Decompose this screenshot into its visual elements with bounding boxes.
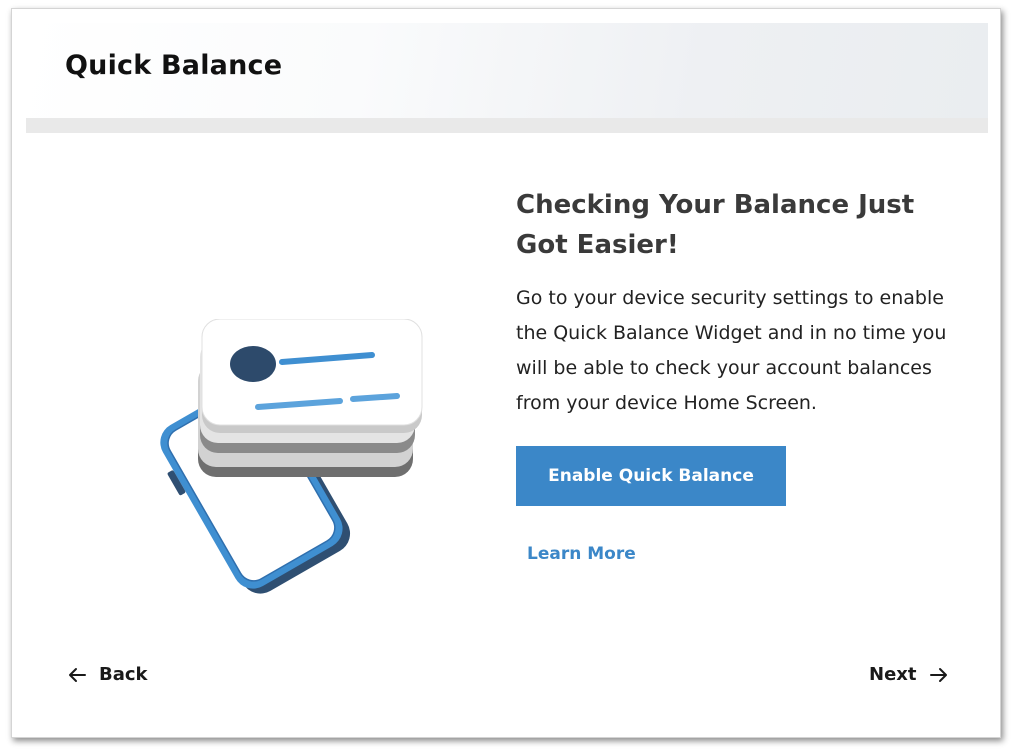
headline: Checking Your Balance Just Got Easier!	[516, 190, 915, 260]
next-button[interactable]: Next	[869, 664, 949, 685]
dialog-header: Quick Balance	[26, 23, 988, 118]
header-divider-band	[26, 118, 988, 133]
learn-more-link[interactable]: Learn More	[527, 544, 636, 564]
enable-quick-balance-button[interactable]: Enable Quick Balance	[516, 446, 786, 506]
phone-with-balance-cards-icon	[140, 318, 430, 599]
arrow-left-icon	[67, 667, 87, 683]
page-title: Quick Balance	[65, 50, 283, 81]
arrow-right-icon	[929, 667, 949, 683]
back-button[interactable]: Back	[67, 664, 148, 685]
description-text: Go to your device security settings to e…	[516, 287, 947, 414]
balance-cards-illustration	[198, 318, 423, 477]
back-label: Back	[99, 664, 148, 685]
quick-balance-dialog: Quick Balance Checking Your Balance Just…	[11, 8, 1001, 738]
next-label: Next	[869, 664, 917, 685]
